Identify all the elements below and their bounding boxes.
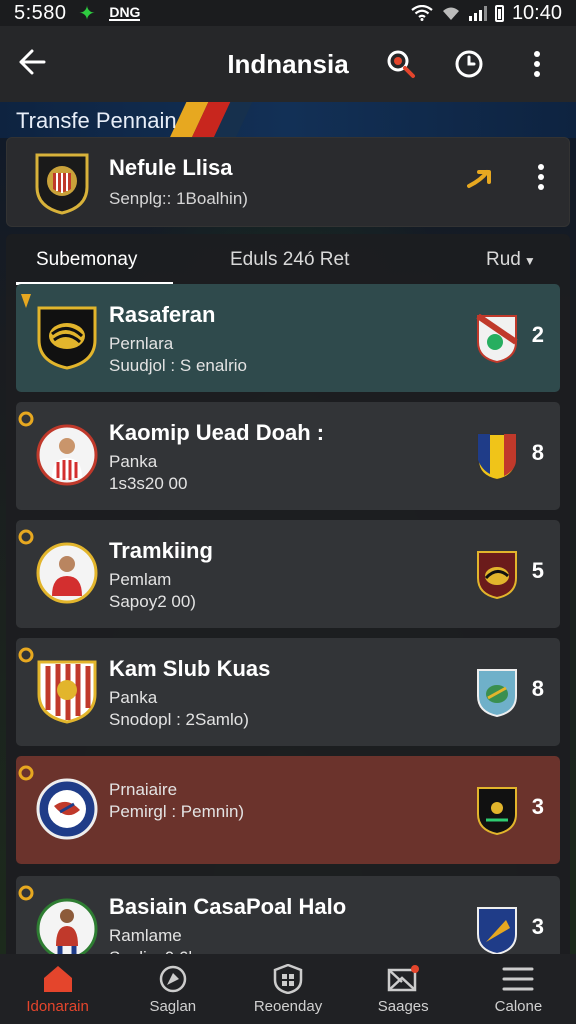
wifi-secondary-icon — [442, 7, 459, 20]
player-card[interactable]: Tramkiing Pemlam Sapoy2 00) 5 — [16, 520, 560, 628]
bolt-icon: ✦ — [78, 2, 96, 25]
club-badge-icon — [477, 551, 517, 600]
player-info: Tramkiing Pemlam Sapoy2 00) — [109, 538, 213, 612]
banner-title: Transfe Pennain — [16, 108, 177, 133]
club-crest-icon — [37, 306, 97, 370]
back-arrow-icon[interactable] — [18, 45, 58, 84]
player-info: Rasaferan Pernlara Suudjol : S enalrio — [109, 302, 247, 376]
player-avatar — [36, 424, 98, 486]
more-vert-icon[interactable] — [516, 43, 558, 85]
section-banner: Transfe Pennain — [0, 102, 576, 138]
player-meta: Snodopl : 2Samlo) — [109, 710, 249, 729]
signal-icon — [468, 5, 487, 21]
nav-item-saages[interactable]: Saages — [346, 954, 461, 1024]
featured-player-sub: Senplg:: 1Boalhin) — [109, 189, 248, 208]
player-name: Kam Slub Kuas — [109, 656, 271, 681]
home-icon — [43, 965, 72, 992]
nav-label: Idonarain — [26, 997, 89, 1015]
nav-item-home[interactable]: Idonarain — [0, 954, 115, 1024]
player-number: 2 — [531, 322, 544, 347]
player-position: Ramlame — [109, 926, 182, 945]
search-icon[interactable] — [380, 43, 422, 85]
featured-player-card[interactable]: Nefule Llisa Senplg:: 1Boalhin) — [6, 137, 570, 227]
tab-edults[interactable]: Eduls 24ó Ret — [230, 249, 349, 271]
bottom-nav: Idonarain Saglan Reoenday Saages Calone — [0, 954, 576, 1024]
club-badge-icon — [477, 669, 517, 718]
clock-icon[interactable] — [448, 43, 490, 85]
rank-badge-icon — [21, 294, 31, 308]
player-avatar — [36, 542, 98, 604]
rank-badge-icon — [18, 765, 34, 781]
mail-icon — [387, 964, 420, 991]
player-number: 8 — [531, 440, 544, 465]
featured-text: Nefule Llisa Senplg:: 1Boalhin) — [109, 155, 248, 209]
rank-badge-icon — [18, 647, 34, 663]
nav-item-calone[interactable]: Calone — [461, 954, 576, 1024]
player-card[interactable]: Kam Slub Kuas Panka Snodopl : 2Samlo) 8 — [16, 638, 560, 746]
player-info: Kam Slub Kuas Panka Snodopl : 2Samlo) — [109, 656, 270, 730]
player-card[interactable]: Basiain CasaPoal Halo Ramlame Sanlis: 0 … — [16, 876, 560, 964]
sort-label: Rud — [486, 249, 521, 270]
player-name: Basiain CasaPoal Halo — [109, 894, 347, 919]
player-meta: Suudjol : S enalrio — [109, 356, 247, 375]
club-badge-icon — [477, 787, 517, 836]
more-vert-icon[interactable] — [537, 164, 545, 190]
network-label: DNG — [109, 4, 141, 21]
nav-label: Calone — [494, 997, 543, 1015]
player-info: Prnaiaire Pemirgl : Pemnin) — [109, 774, 244, 822]
player-number: 3 — [531, 914, 544, 939]
club-crest-icon — [37, 660, 97, 724]
player-card[interactable]: Kaomip Uead Doah : Panka 1s3s20 00 8 — [16, 402, 560, 510]
transfer-list-panel: Subemonay Eduls 24ó Ret Rud ▼ Rasaferan P… — [6, 234, 570, 964]
sort-dropdown[interactable]: Rud ▼ — [486, 249, 536, 271]
player-card[interactable]: Prnaiaire Pemirgl : Pemnin) 3 — [16, 756, 560, 864]
player-position: Prnaiaire — [109, 780, 178, 799]
player-name: Rasaferan — [109, 302, 216, 327]
compass-icon — [159, 965, 187, 992]
app-bar-actions — [380, 43, 558, 85]
transfer-arrow-icon[interactable] — [467, 166, 497, 192]
player-position: Panka — [109, 452, 158, 471]
tab-subemonay[interactable]: Subemonay — [15, 249, 174, 285]
player-position: Panka — [109, 688, 158, 707]
player-card[interactable]: Rasaferan Pernlara Suudjol : S enalrio 2 — [16, 284, 560, 392]
nav-label: Reoenday — [253, 997, 323, 1015]
app-bar: Indnansia — [0, 26, 576, 102]
player-avatar — [36, 898, 98, 960]
club-crest-icon — [35, 153, 89, 215]
status-bar: 5:580 ✦ DNG 10:40 — [0, 0, 576, 26]
club-badge-icon — [476, 314, 518, 364]
status-time-left: 5:580 — [14, 1, 67, 24]
player-name: Kaomip Uead Doah : — [109, 420, 325, 445]
club-badge-icon — [477, 907, 517, 956]
rank-badge-icon — [18, 411, 34, 427]
player-position: Pemlam — [109, 570, 172, 589]
player-number: 3 — [531, 794, 544, 819]
player-meta: Sapoy2 00) — [109, 592, 196, 611]
nav-item-saglan[interactable]: Saglan — [115, 954, 230, 1024]
status-time-right: 10:40 — [511, 1, 562, 24]
tab-bar: Subemonay Eduls 24ó Ret Rud ▼ — [6, 234, 570, 285]
rank-badge-icon — [18, 885, 34, 901]
player-position: Pernlara — [109, 334, 174, 353]
wifi-icon — [411, 5, 433, 21]
club-badge-icon — [477, 433, 517, 482]
menu-icon — [502, 967, 534, 990]
player-number: 5 — [531, 558, 544, 583]
player-meta: 1s3s20 00 — [109, 474, 188, 493]
shield-icon — [273, 963, 303, 994]
featured-player-name: Nefule Llisa — [109, 155, 233, 180]
club-crest-icon — [36, 778, 98, 840]
rank-badge-icon — [18, 529, 34, 545]
nav-item-reoenday[interactable]: Reoenday — [230, 954, 345, 1024]
status-right: 10:40 — [411, 2, 562, 25]
player-number: 8 — [531, 676, 544, 701]
nav-label: Saglan — [149, 997, 197, 1015]
chevron-down-icon: ▼ — [523, 254, 536, 268]
battery-icon — [494, 4, 504, 22]
player-name: Tramkiing — [109, 538, 213, 563]
nav-label: Saages — [377, 997, 429, 1015]
player-info: Kaomip Uead Doah : Panka 1s3s20 00 — [109, 420, 324, 494]
player-meta: Pemirgl : Pemnin) — [109, 802, 245, 821]
